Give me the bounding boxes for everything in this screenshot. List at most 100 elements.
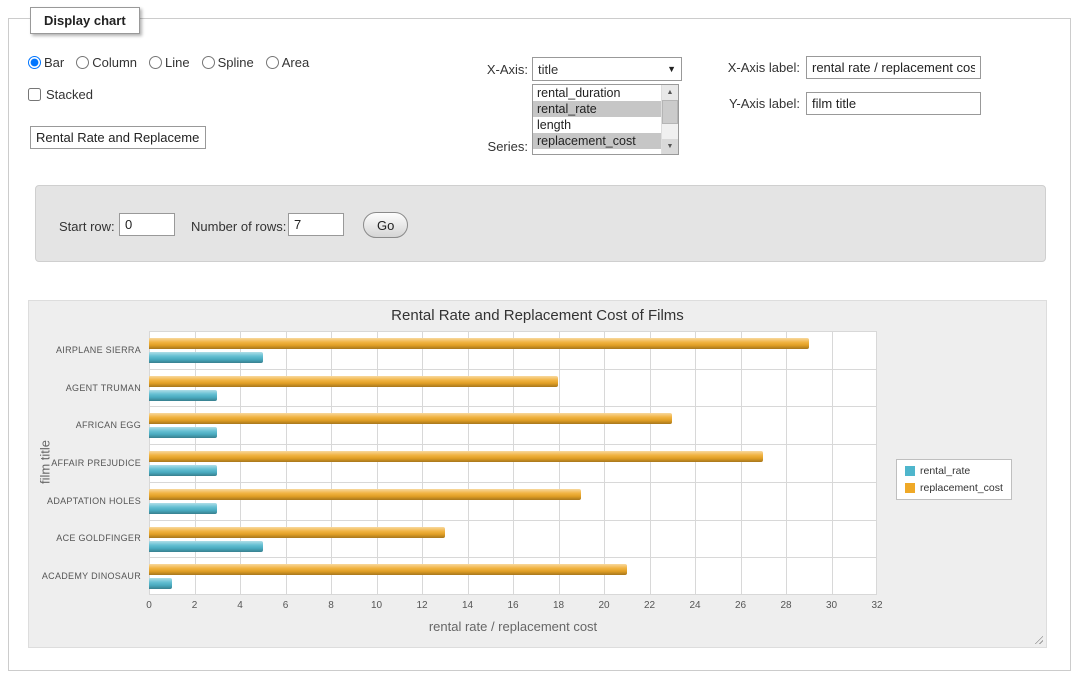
number-of-rows-label: Number of rows:: [191, 219, 286, 234]
x-tick-label: 12: [416, 600, 427, 611]
x-axis-select[interactable]: title ▼: [532, 57, 682, 81]
x-tick-label: 22: [644, 600, 655, 611]
bar-rental_rate: [149, 465, 217, 476]
chart-title: Rental Rate and Replacement Cost of Film…: [29, 307, 1046, 324]
start-row-input[interactable]: [119, 213, 175, 236]
legend-label: rental_rate: [920, 465, 970, 477]
legend-item-rental_rate[interactable]: rental_rate: [905, 465, 1003, 477]
x-tick-label: 14: [462, 600, 473, 611]
gridline-vertical: [559, 331, 560, 595]
gridline-horizontal: [149, 520, 877, 521]
category-label: ACE GOLDFINGER: [29, 533, 141, 543]
chart-type-option-line[interactable]: Line: [149, 55, 190, 70]
x-tick-label: 16: [507, 600, 518, 611]
x-tick-label: 24: [689, 600, 700, 611]
scroll-up-icon[interactable]: ▲: [662, 85, 678, 100]
gridline-horizontal: [149, 482, 877, 483]
chart-type-option-column[interactable]: Column: [76, 55, 137, 70]
radio-line[interactable]: [149, 56, 162, 69]
gridline-vertical: [786, 331, 787, 595]
gridline-vertical: [468, 331, 469, 595]
x-tick-label: 10: [371, 600, 382, 611]
legend-swatch: [905, 483, 915, 493]
page: Display chart BarColumnLineSplineArea St…: [0, 0, 1081, 681]
series-options: rental_durationrental_ratelengthreplacem…: [533, 85, 661, 149]
bar-replacement_cost: [149, 413, 672, 424]
x-tick-label: 30: [826, 600, 837, 611]
gridline-horizontal: [149, 331, 877, 332]
bar-rental_rate: [149, 352, 263, 363]
gridline-vertical: [331, 331, 332, 595]
x-tick-label: 6: [283, 600, 289, 611]
bar-replacement_cost: [149, 376, 558, 387]
x-axis-title: rental rate / replacement cost: [149, 619, 877, 634]
scroll-down-icon[interactable]: ▼: [662, 139, 678, 154]
x-tick-label: 0: [146, 600, 152, 611]
chart-type-radio-group: Bar Column Line Spline Area: [28, 55, 309, 70]
stacked-label: Stacked: [46, 87, 93, 102]
bar-rental_rate: [149, 503, 217, 514]
category-label: ADAPTATION HOLES: [29, 496, 141, 506]
category-label: AFRICAN EGG: [29, 420, 141, 430]
number-of-rows-input[interactable]: [288, 213, 344, 236]
gridline-vertical: [695, 331, 696, 595]
bar-replacement_cost: [149, 489, 581, 500]
series-option-rental_duration[interactable]: rental_duration: [533, 85, 661, 101]
x-tick-label: 4: [237, 600, 243, 611]
x-tick-label: 18: [553, 600, 564, 611]
bar-replacement_cost: [149, 338, 809, 349]
resize-handle-icon[interactable]: [1032, 633, 1043, 644]
chart-panel: Rental Rate and Replacement Cost of Film…: [28, 300, 1047, 648]
go-button[interactable]: Go: [363, 212, 408, 238]
radio-spline[interactable]: [202, 56, 215, 69]
scrollbar[interactable]: ▲ ▼: [661, 85, 678, 154]
bar-rental_rate: [149, 427, 217, 438]
radio-label: Area: [282, 55, 309, 70]
x-tick-label: 20: [598, 600, 609, 611]
start-row-label: Start row:: [59, 219, 115, 234]
series-option-length[interactable]: length: [533, 117, 661, 133]
x-axis-label-input[interactable]: [806, 56, 981, 79]
chart-legend: rental_rate replacement_cost: [896, 459, 1012, 500]
chart-title-input[interactable]: [30, 126, 206, 149]
series-multiselect[interactable]: rental_durationrental_ratelengthreplacem…: [532, 84, 679, 155]
category-label: ACADEMY DINOSAUR: [29, 571, 141, 581]
chart-type-option-area[interactable]: Area: [266, 55, 309, 70]
stacked-checkbox[interactable]: [28, 88, 41, 101]
gridline-vertical: [286, 331, 287, 595]
radio-column[interactable]: [76, 56, 89, 69]
x-tick-label: 2: [192, 600, 198, 611]
legend-item-replacement_cost[interactable]: replacement_cost: [905, 482, 1003, 494]
radio-label: Spline: [218, 55, 254, 70]
x-axis-select-label: X-Axis:: [452, 62, 528, 77]
category-label: AGENT TRUMAN: [29, 383, 141, 393]
gridline-vertical: [832, 331, 833, 595]
y-axis-label-input[interactable]: [806, 92, 981, 115]
stacked-checkbox-row[interactable]: Stacked: [28, 87, 93, 102]
series-option-replacement_cost[interactable]: replacement_cost: [533, 133, 661, 149]
radio-bar[interactable]: [28, 56, 41, 69]
legend-label: replacement_cost: [920, 482, 1003, 494]
chart-type-option-spline[interactable]: Spline: [202, 55, 254, 70]
radio-area[interactable]: [266, 56, 279, 69]
category-label: AIRPLANE SIERRA: [29, 345, 141, 355]
row-range-box: Start row: Number of rows: Go: [35, 185, 1046, 262]
bar-rental_rate: [149, 541, 263, 552]
gridline-vertical: [650, 331, 651, 595]
series-select-label: Series:: [452, 139, 528, 154]
x-tick-label: 26: [735, 600, 746, 611]
gridline-vertical: [149, 331, 150, 595]
gridline-vertical: [195, 331, 196, 595]
gridline-vertical: [604, 331, 605, 595]
chart-type-option-bar[interactable]: Bar: [28, 55, 64, 70]
legend-swatch: [905, 466, 915, 476]
x-axis-selected-value: title: [538, 62, 558, 77]
gridline-horizontal: [149, 557, 877, 558]
radio-label: Bar: [44, 55, 64, 70]
gridline-horizontal: [149, 369, 877, 370]
series-option-rental_rate[interactable]: rental_rate: [533, 101, 661, 117]
scrollbar-thumb[interactable]: [662, 100, 678, 124]
x-axis-label-caption: X-Axis label:: [688, 60, 800, 75]
x-tick-label: 8: [328, 600, 334, 611]
chevron-down-icon: ▼: [667, 64, 676, 74]
